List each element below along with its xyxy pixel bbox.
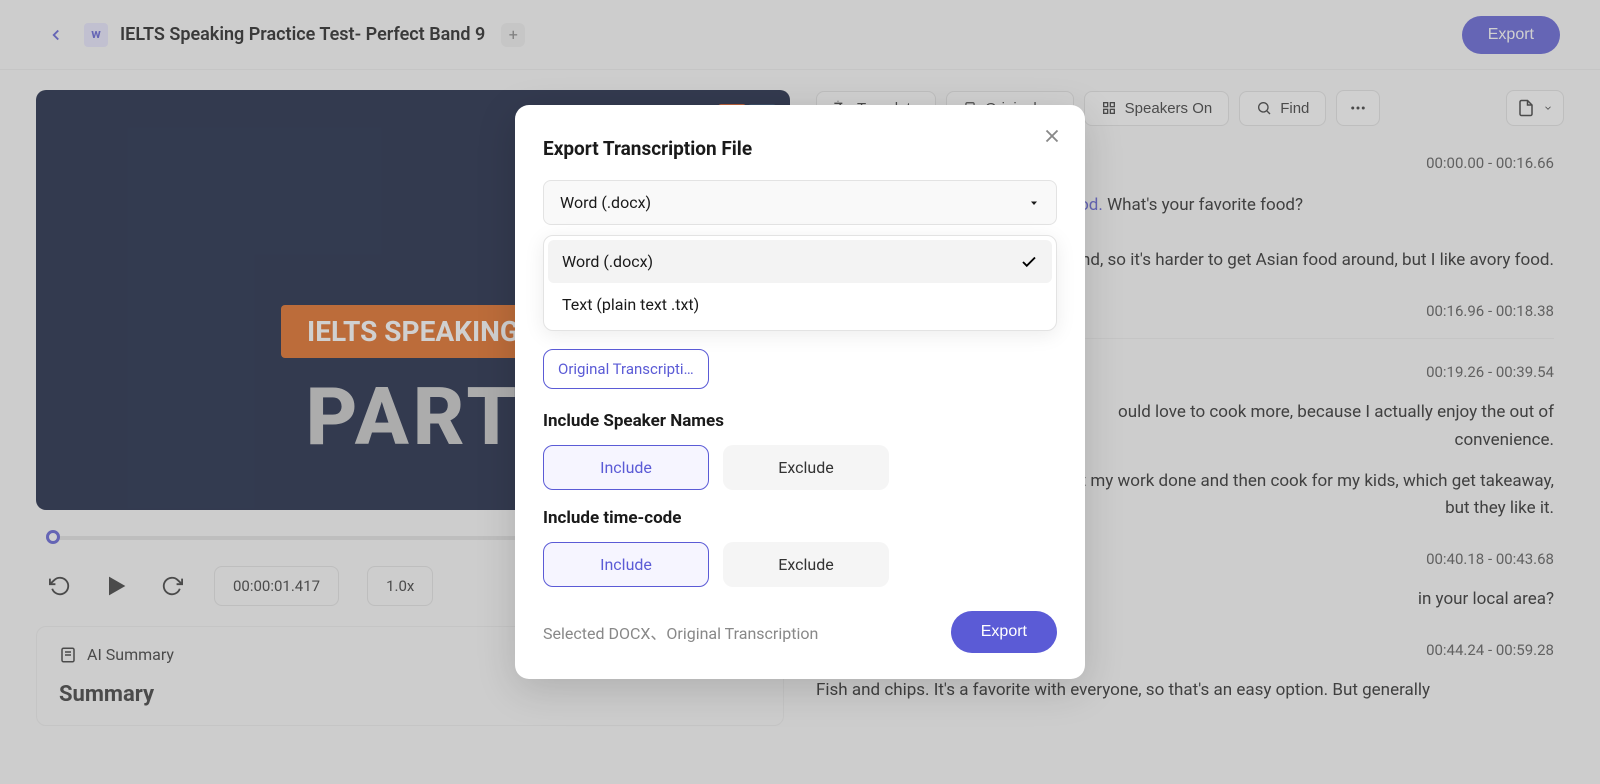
export-modal: Export Transcription File Word (.docx) W… bbox=[515, 105, 1085, 679]
timecode-include-button[interactable]: Include bbox=[543, 542, 709, 587]
modal-overlay[interactable]: Export Transcription File Word (.docx) W… bbox=[0, 0, 1600, 784]
speaker-exclude-button[interactable]: Exclude bbox=[723, 445, 889, 490]
format-dropdown: Word (.docx) Text (plain text .txt) bbox=[543, 235, 1057, 331]
timecode-options: Include Exclude bbox=[543, 542, 1057, 587]
section-speaker-names: Include Speaker Names bbox=[543, 411, 1057, 431]
section-time-code: Include time-code bbox=[543, 508, 1057, 528]
close-icon bbox=[1041, 125, 1063, 147]
format-select[interactable]: Word (.docx) bbox=[543, 180, 1057, 225]
transcription-chip[interactable]: Original Transcripti… bbox=[543, 349, 709, 389]
timecode-exclude-button[interactable]: Exclude bbox=[723, 542, 889, 587]
modal-title: Export Transcription File bbox=[543, 137, 1057, 160]
close-button[interactable] bbox=[1041, 125, 1063, 151]
modal-export-button[interactable]: Export bbox=[951, 611, 1057, 653]
speaker-include-button[interactable]: Include bbox=[543, 445, 709, 490]
speaker-options: Include Exclude bbox=[543, 445, 1057, 490]
check-icon bbox=[1020, 253, 1038, 271]
select-value: Word (.docx) bbox=[560, 193, 651, 212]
modal-footer: Selected DOCX、Original Transcription Exp… bbox=[543, 611, 1057, 653]
dropdown-option-txt[interactable]: Text (plain text .txt) bbox=[548, 283, 1052, 326]
caret-down-icon bbox=[1028, 197, 1040, 209]
selection-summary: Selected DOCX、Original Transcription bbox=[543, 620, 818, 644]
dropdown-option-docx[interactable]: Word (.docx) bbox=[548, 240, 1052, 283]
